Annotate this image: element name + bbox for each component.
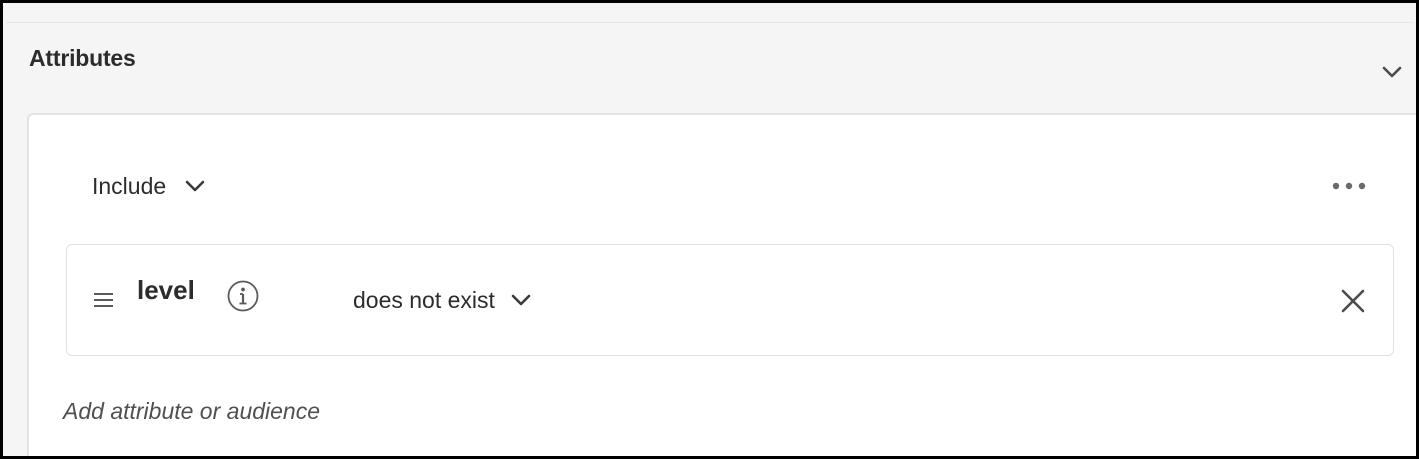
include-dropdown-label: Include (92, 172, 167, 199)
chevron-down-icon (511, 294, 531, 306)
attribute-name: level (137, 275, 195, 305)
panel-title: Attributes (29, 45, 136, 71)
close-icon[interactable] (1338, 286, 1368, 316)
drag-handle-icon[interactable] (92, 291, 116, 309)
operator-dropdown-label: does not exist (353, 286, 495, 313)
include-dropdown[interactable]: Include (92, 170, 206, 202)
chevron-down-icon (185, 180, 205, 192)
condition-card (66, 244, 1394, 356)
more-horizontal-icon[interactable] (1326, 176, 1372, 196)
operator-dropdown[interactable]: does not exist (353, 284, 532, 316)
add-attribute-input[interactable]: Add attribute or audience (63, 398, 320, 425)
panel-header[interactable] (6, 23, 1413, 113)
attributes-panel (0, 0, 1419, 459)
chevron-down-icon[interactable] (1380, 62, 1404, 82)
info-icon[interactable] (226, 279, 260, 313)
